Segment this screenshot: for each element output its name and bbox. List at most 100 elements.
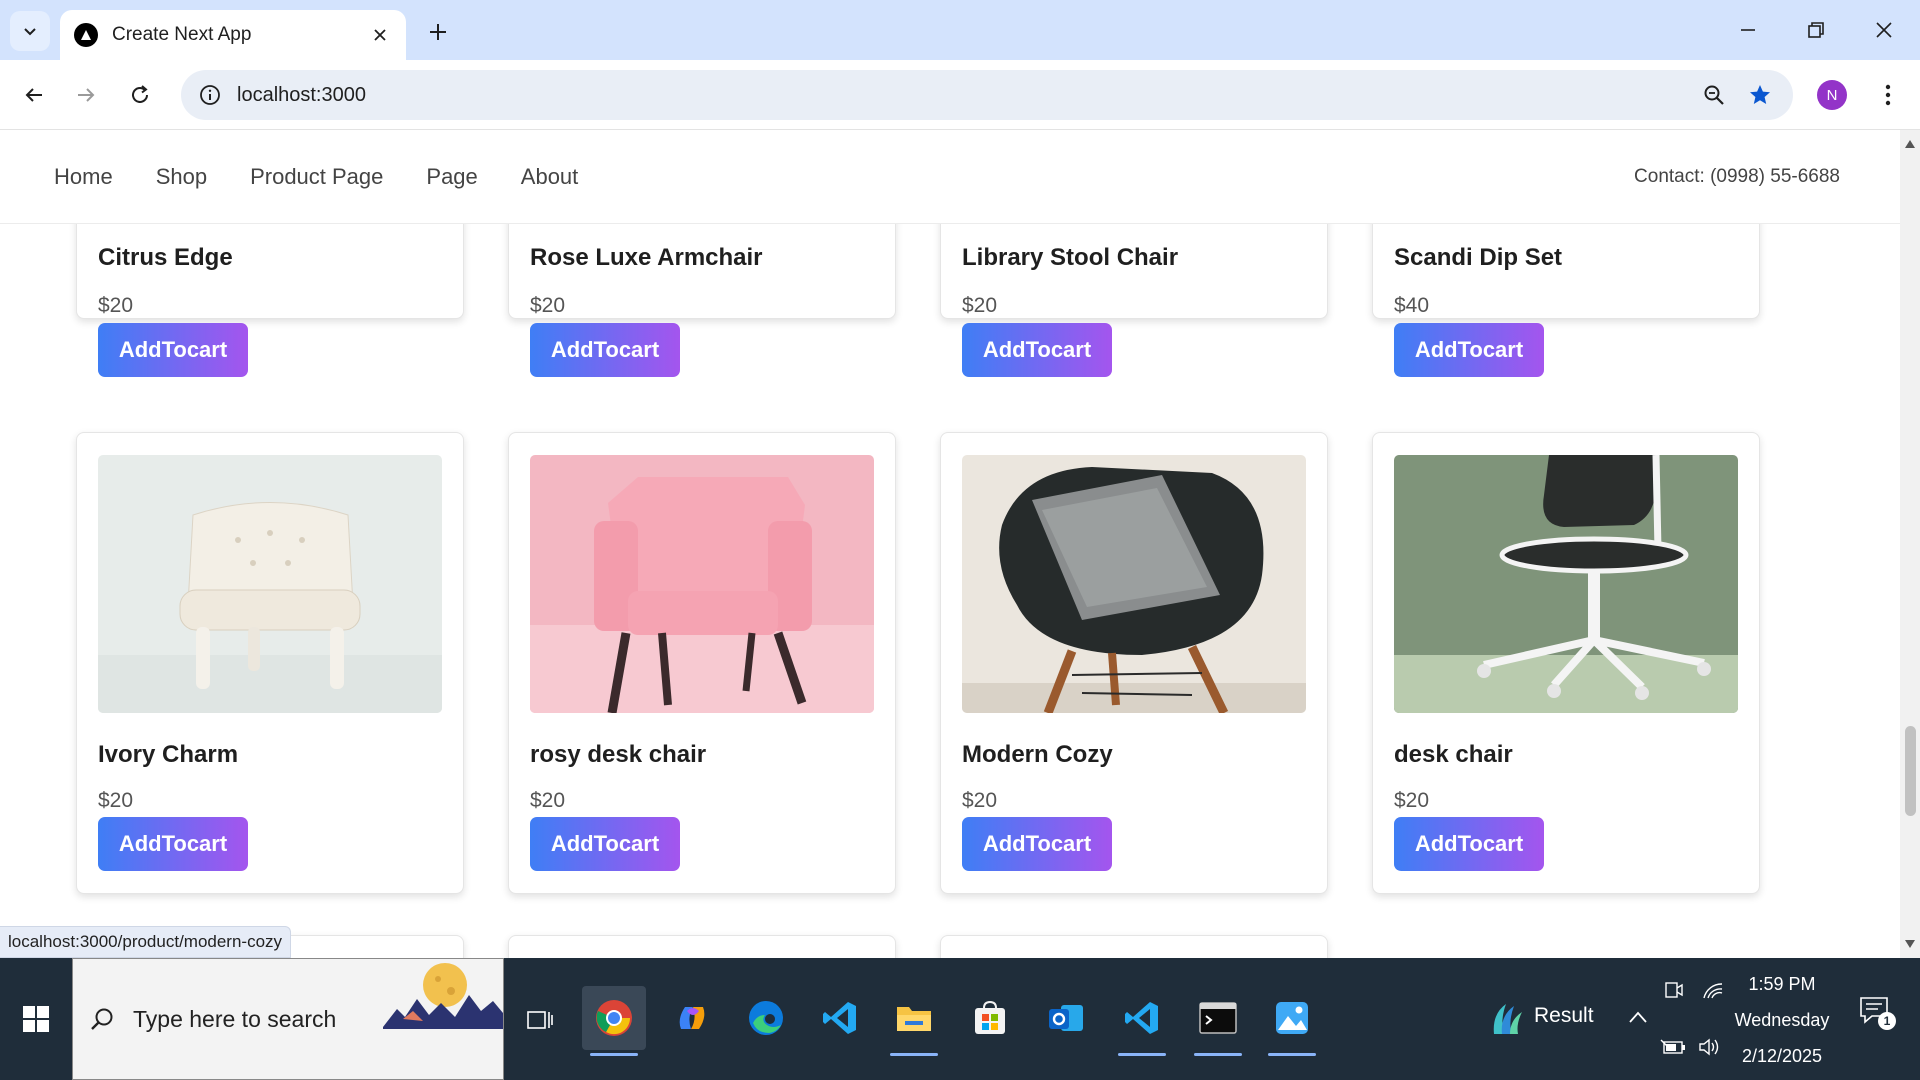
nextjs-favicon-icon <box>74 23 98 47</box>
folder-icon <box>897 1007 931 1031</box>
product-price: $20 <box>962 294 998 317</box>
tab-title: Create Next App <box>112 24 252 45</box>
product-name: Ivory Charm <box>98 741 239 768</box>
taskbar-microsoft-store[interactable] <box>958 986 1022 1050</box>
taskbar-vscode-2[interactable] <box>1110 986 1174 1056</box>
profile-avatar[interactable]: N <box>1817 80 1847 110</box>
tab-search-button[interactable] <box>10 11 50 51</box>
browser-toolbar: localhost:3000 N <box>0 60 1920 130</box>
arrow-right-icon <box>78 88 95 102</box>
taskbar-vscode[interactable] <box>808 986 872 1050</box>
taskbar-terminal[interactable] <box>1186 986 1250 1056</box>
nav-product-page[interactable]: Product Page <box>250 164 383 190</box>
add-to-cart-button[interactable]: AddTocart <box>962 323 1112 377</box>
chevron-up-icon[interactable] <box>1628 1010 1648 1024</box>
product-card[interactable]: Modern Cozy $20 AddTocart <box>940 432 1328 894</box>
battery-icon[interactable] <box>1660 1038 1686 1056</box>
triangle-down-icon <box>1905 940 1915 948</box>
product-price: $20 <box>530 789 566 812</box>
clock-day: Wednesday <box>1734 1010 1830 1030</box>
taskbar-outlook[interactable] <box>1034 986 1098 1050</box>
add-to-cart-button[interactable]: AddTocart <box>530 323 680 377</box>
product-image[interactable] <box>1394 455 1738 713</box>
chevron-down-icon <box>24 28 36 36</box>
browser-menu-button[interactable] <box>1868 75 1908 115</box>
url-text[interactable]: localhost:3000 <box>237 84 1691 107</box>
store-icon <box>975 1000 1005 1034</box>
camera-tray-icon[interactable] <box>1664 980 1684 1000</box>
add-to-cart-button[interactable]: AddTocart <box>962 817 1112 871</box>
taskbar-copilot[interactable] <box>660 986 724 1050</box>
new-tab-button[interactable] <box>418 12 458 52</box>
task-view-button[interactable] <box>518 998 562 1042</box>
info-icon <box>200 85 220 105</box>
photos-icon <box>1276 1002 1308 1034</box>
product-card[interactable]: Ivory Charm $20 AddTocart <box>76 432 464 894</box>
product-card[interactable]: rosy desk chair $20 AddTocart <box>508 432 896 894</box>
scroll-down-button[interactable] <box>1900 934 1920 954</box>
nav-shop[interactable]: Shop <box>156 164 207 190</box>
close-window-button[interactable] <box>1856 8 1912 52</box>
add-to-cart-button[interactable]: AddTocart <box>98 323 248 377</box>
product-image[interactable] <box>98 455 442 713</box>
taskbar-chrome[interactable] <box>582 986 646 1056</box>
taskbar-photos[interactable] <box>1260 986 1324 1056</box>
reload-icon <box>132 85 148 103</box>
nav-about[interactable]: About <box>521 164 579 190</box>
product-name: Modern Cozy <box>962 741 1113 768</box>
task-view-icon <box>527 1011 553 1029</box>
vscode-icon <box>1125 1002 1158 1034</box>
product-card[interactable] <box>508 935 896 958</box>
add-to-cart-button[interactable]: AddTocart <box>530 817 680 871</box>
minimize-button[interactable] <box>1720 8 1776 52</box>
taskbar-clock[interactable]: 1:59 PM Wednesday 2/12/2025 <box>1712 958 1852 1080</box>
product-name: Rose Luxe Armchair <box>530 244 763 271</box>
product-image[interactable] <box>530 455 874 713</box>
restore-button[interactable] <box>1788 8 1844 52</box>
address-bar[interactable]: localhost:3000 <box>181 70 1793 120</box>
back-button[interactable] <box>14 75 54 115</box>
bookmark-button[interactable] <box>1737 72 1783 118</box>
add-to-cart-button[interactable]: AddTocart <box>1394 817 1544 871</box>
triangle-up-icon <box>1905 140 1915 148</box>
weather-label[interactable]: Result <box>1534 1004 1594 1028</box>
restore-icon <box>1808 22 1824 38</box>
more-vertical-icon <box>1885 84 1891 106</box>
reload-button[interactable] <box>120 75 160 115</box>
notification-center-button[interactable]: 1 <box>1858 994 1898 1034</box>
windows-taskbar: Type here to search Result 1:59 PM Wedne… <box>0 958 1920 1080</box>
minimize-icon <box>1741 29 1755 31</box>
taskbar-search-box[interactable]: Type here to search <box>72 958 504 1080</box>
taskbar-file-explorer[interactable] <box>882 986 946 1056</box>
nav-home[interactable]: Home <box>54 164 113 190</box>
zoom-icon <box>1704 85 1724 105</box>
add-to-cart-button[interactable]: AddTocart <box>98 817 248 871</box>
zoom-button[interactable] <box>1691 72 1737 118</box>
vscode-icon <box>823 1002 856 1034</box>
product-price: $20 <box>98 294 134 317</box>
site-info-button[interactable] <box>185 70 235 120</box>
tab-create-next-app[interactable]: Create Next App <box>60 10 406 60</box>
start-button[interactable] <box>0 958 72 1080</box>
scroll-up-button[interactable] <box>1900 134 1920 154</box>
weather-widget-icon[interactable] <box>1488 1000 1524 1036</box>
forward-button[interactable] <box>66 75 106 115</box>
close-icon <box>374 29 386 41</box>
clock-date: 2/12/2025 <box>1741 1046 1823 1066</box>
product-card[interactable] <box>940 935 1328 958</box>
edge-icon <box>749 1001 783 1035</box>
product-image[interactable] <box>962 455 1306 713</box>
close-icon <box>1876 22 1892 38</box>
product-name: Citrus Edge <box>98 244 233 271</box>
scrollbar-thumb[interactable] <box>1905 726 1916 816</box>
product-name: Scandi Dip Set <box>1394 244 1563 271</box>
nav-links: Home Shop Product Page Page About <box>54 130 621 224</box>
arrow-left-icon <box>25 88 42 102</box>
product-card[interactable]: desk chair $20 AddTocart <box>1372 432 1760 894</box>
nav-page[interactable]: Page <box>426 164 477 190</box>
page-scrollbar[interactable] <box>1900 130 1920 958</box>
close-tab-button[interactable] <box>368 23 392 47</box>
add-to-cart-button[interactable]: AddTocart <box>1394 323 1544 377</box>
plus-icon <box>430 24 446 40</box>
taskbar-edge[interactable] <box>734 986 798 1050</box>
